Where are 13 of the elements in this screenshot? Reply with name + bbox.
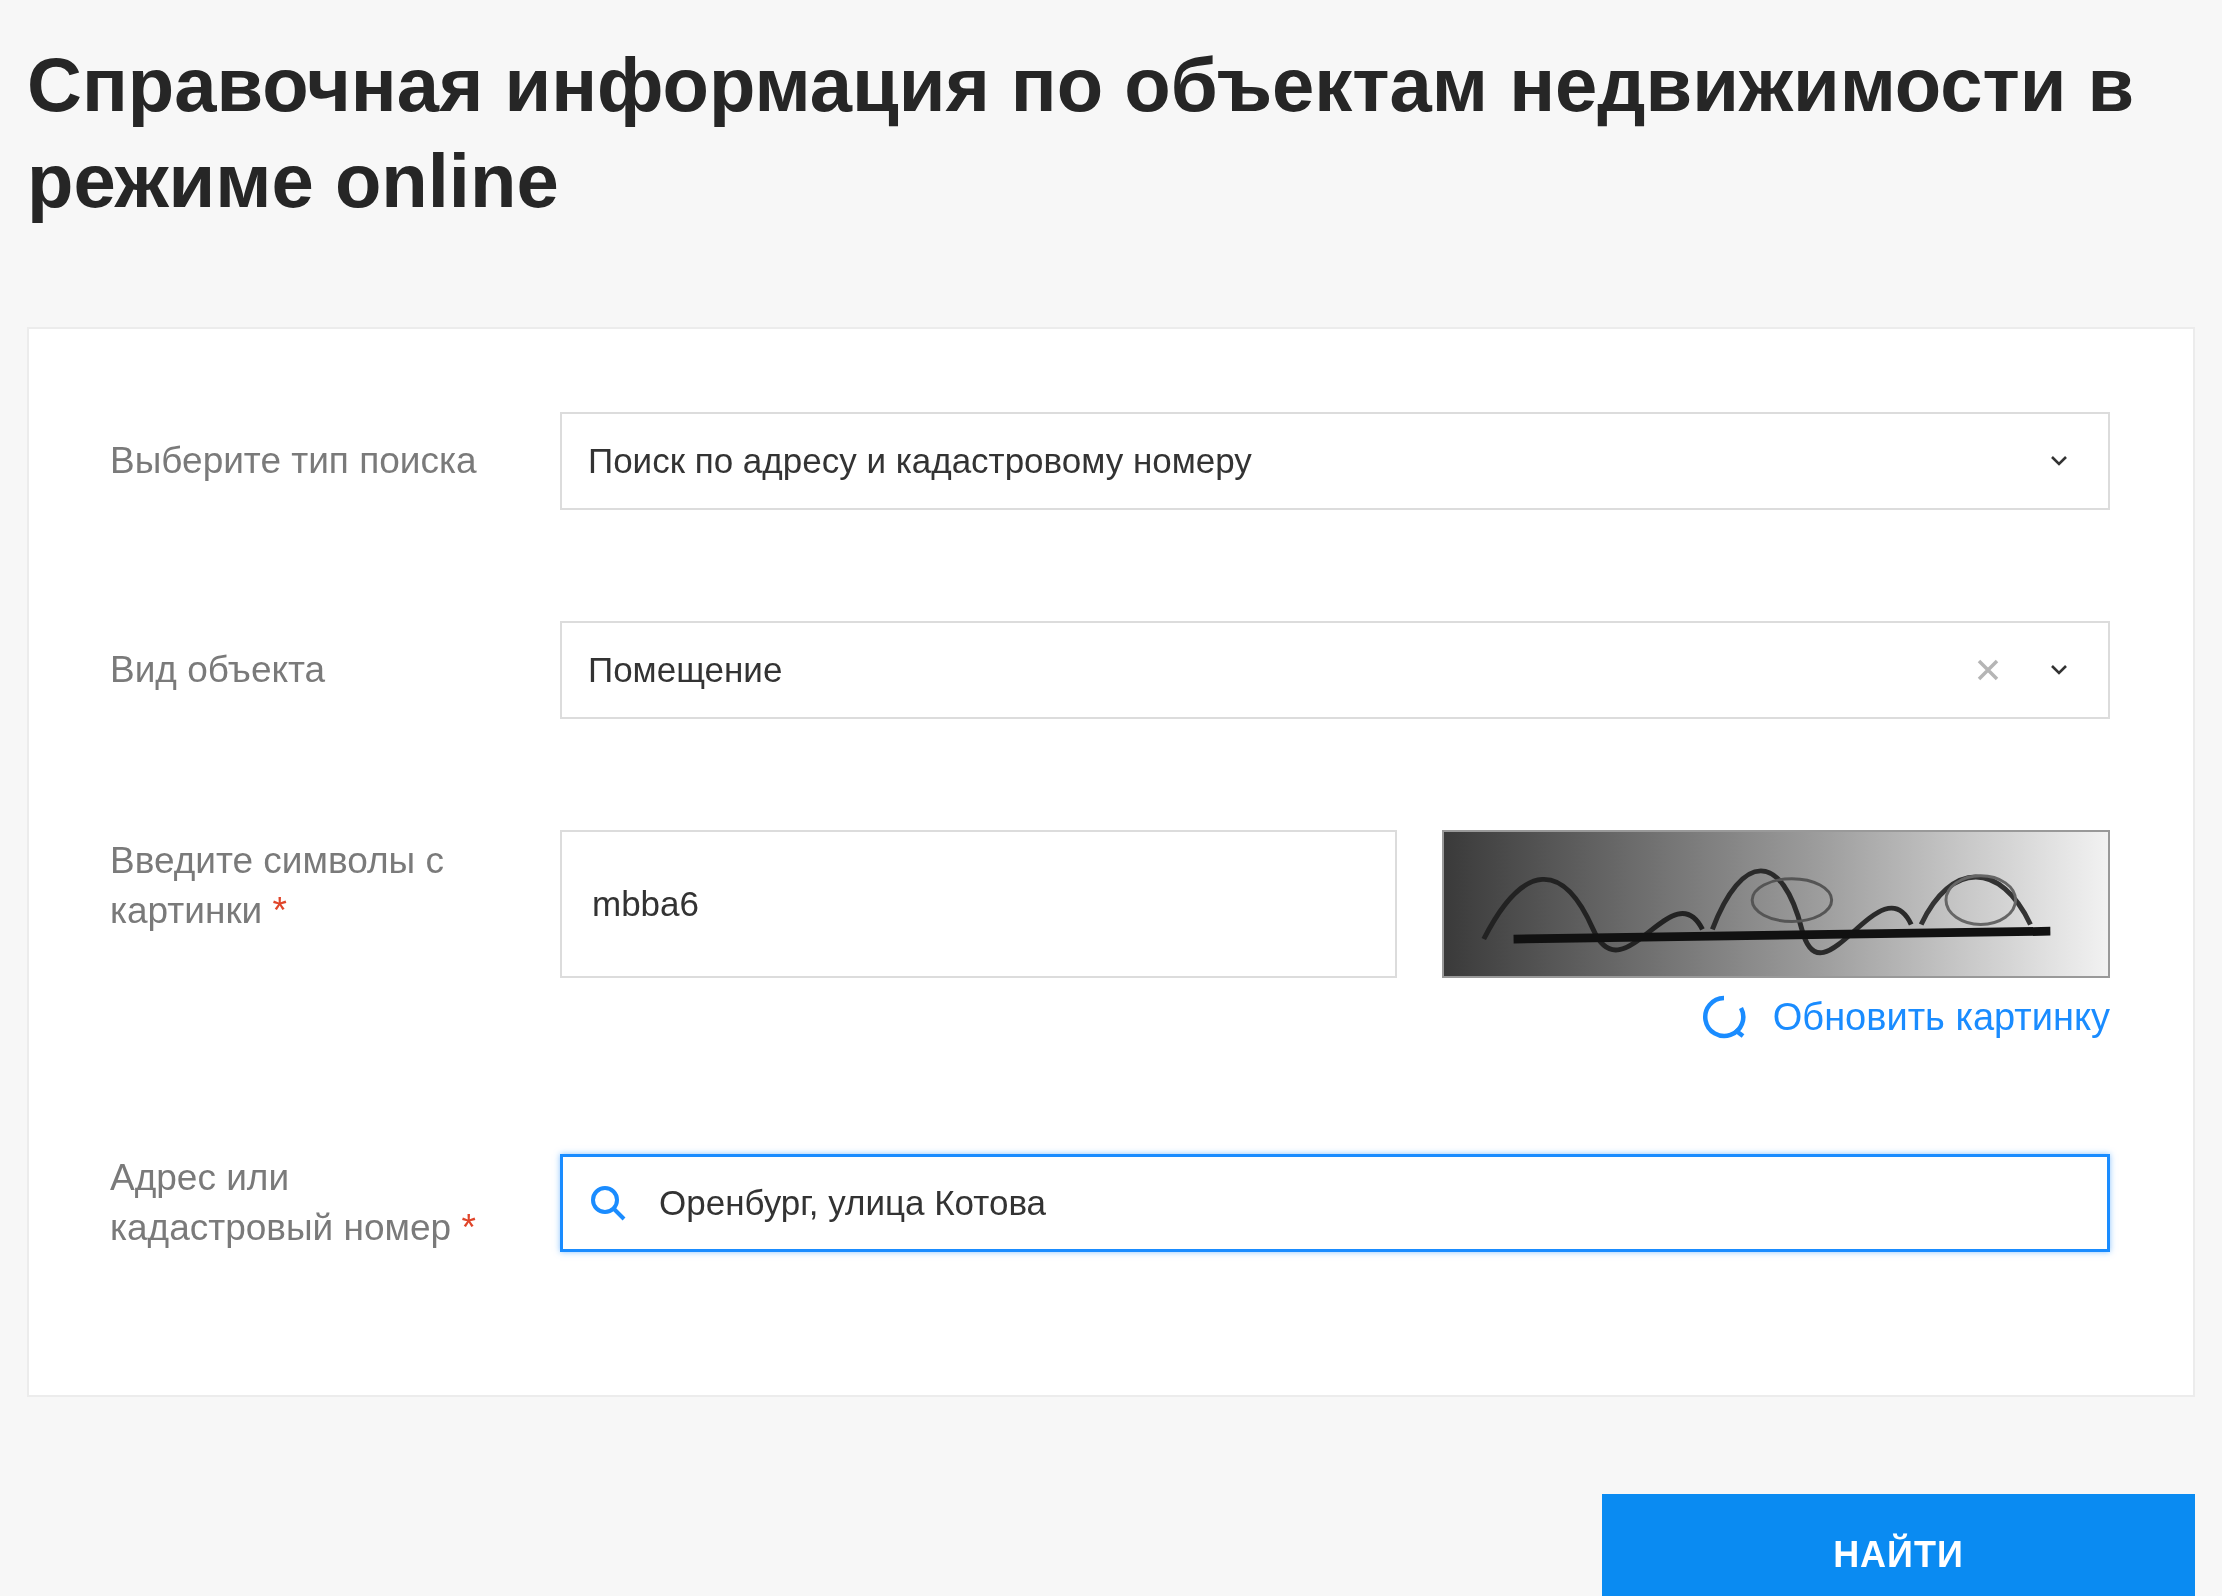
field-label: Введите символы с картинки * [110, 839, 445, 933]
field-label: Выберите тип поиска [110, 439, 478, 483]
select-field[interactable]: Помещение [560, 621, 2110, 719]
chevron-down-icon[interactable] [2050, 455, 2068, 467]
page-title: Справочная информация по объектам недвижимости в режиме online [27, 41, 2136, 225]
select-field[interactable]: Поиск по адресу и кадастровому номеру [560, 412, 2110, 510]
search-field[interactable]: Оренбург, улица Котова [560, 1154, 2110, 1252]
search-button[interactable]: НАЙТИ [1602, 1494, 2195, 1596]
search-icon [588, 1183, 628, 1223]
chevron-down-icon[interactable] [2050, 664, 2068, 676]
field-label: Вид объекта [110, 648, 327, 692]
field-label: Адрес или кадастровый номер * [110, 1156, 477, 1250]
captcha-input[interactable]: mbba6 [560, 830, 1397, 978]
